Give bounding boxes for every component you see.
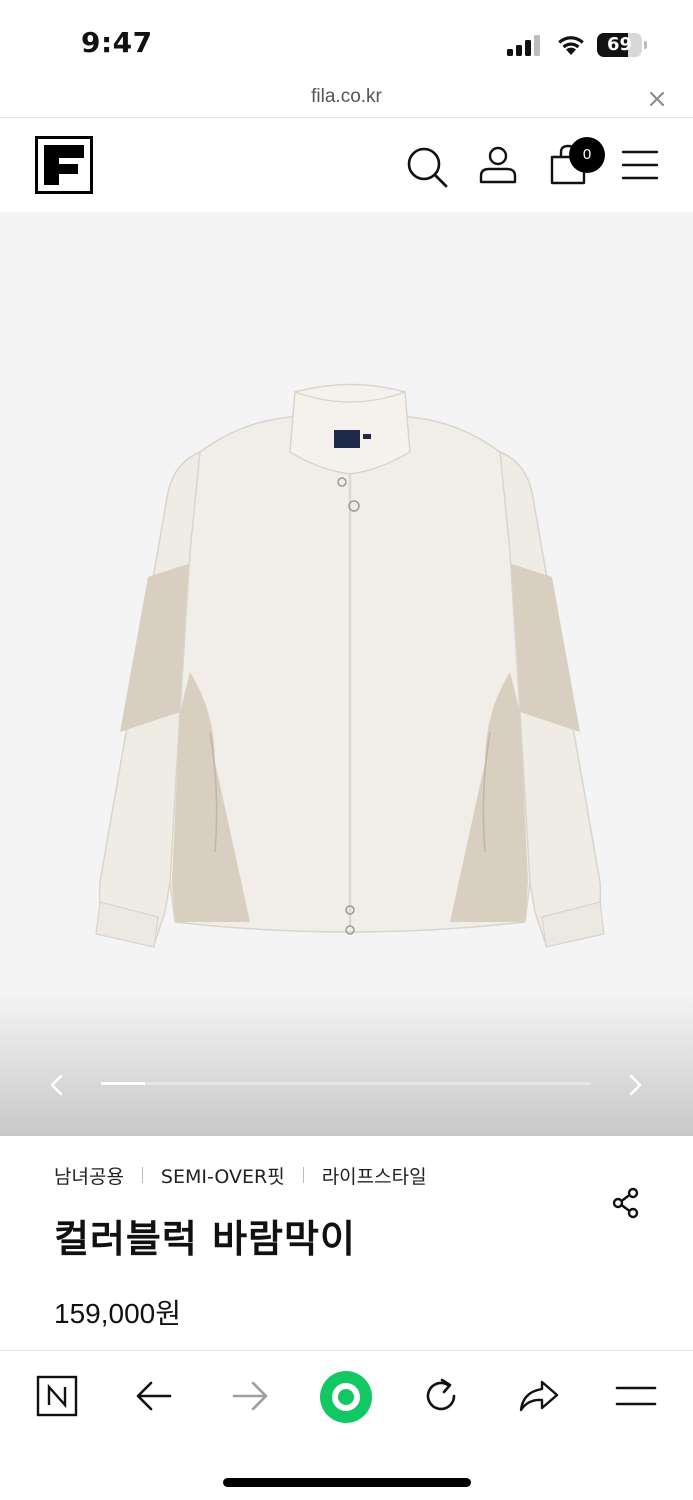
naver-n-icon[interactable] [36,1375,78,1417]
cart-count-badge[interactable]: 0 [569,137,605,173]
gallery-bottom-shade [0,992,693,1136]
back-arrow-icon[interactable] [134,1378,174,1414]
status-time: 9:47 [81,26,153,59]
close-icon[interactable] [646,88,668,110]
url-text[interactable]: fila.co.kr [0,86,693,108]
chevron-left-icon[interactable] [44,1072,70,1098]
product-price: 159,000원 [54,1298,181,1329]
share-icon[interactable] [610,1187,642,1219]
battery-level: 69 [606,34,633,55]
product-tags: 남녀공용 SEMI-OVER핏 라이프스타일 [54,1160,427,1190]
gallery-progress-fill [101,1082,146,1085]
menu-icon[interactable] [621,149,659,181]
forward-arrow-icon[interactable] [230,1378,270,1414]
browser-toolbar [0,1350,693,1500]
product-title: 컬러블럭 바람막이 [54,1217,356,1261]
tag-divider [141,1167,143,1183]
gallery-progress-bar [101,1082,591,1085]
cellular-signal-icon [507,35,540,56]
tag-divider [302,1167,304,1183]
home-indicator[interactable] [223,1478,471,1487]
user-icon[interactable] [478,145,518,185]
product-image[interactable] [80,382,620,982]
tag-category: 라이프스타일 [321,1165,427,1188]
search-icon[interactable] [405,145,449,189]
share-arrow-icon[interactable] [518,1378,560,1414]
battery-indicator: 69 [597,33,647,57]
fila-logo[interactable] [35,136,93,194]
status-bar: 9:47 69 [0,0,693,80]
tag-fit: SEMI-OVER핏 [160,1165,285,1188]
menu-icon[interactable] [615,1384,657,1408]
wifi-icon [558,36,584,55]
url-bar[interactable]: fila.co.kr [0,80,693,118]
chevron-right-icon[interactable] [622,1072,648,1098]
product-image-gallery[interactable] [0,212,693,1136]
tag-gender: 남녀공용 [54,1165,124,1188]
green-dot-icon[interactable] [319,1370,373,1424]
reload-icon[interactable] [421,1376,461,1416]
